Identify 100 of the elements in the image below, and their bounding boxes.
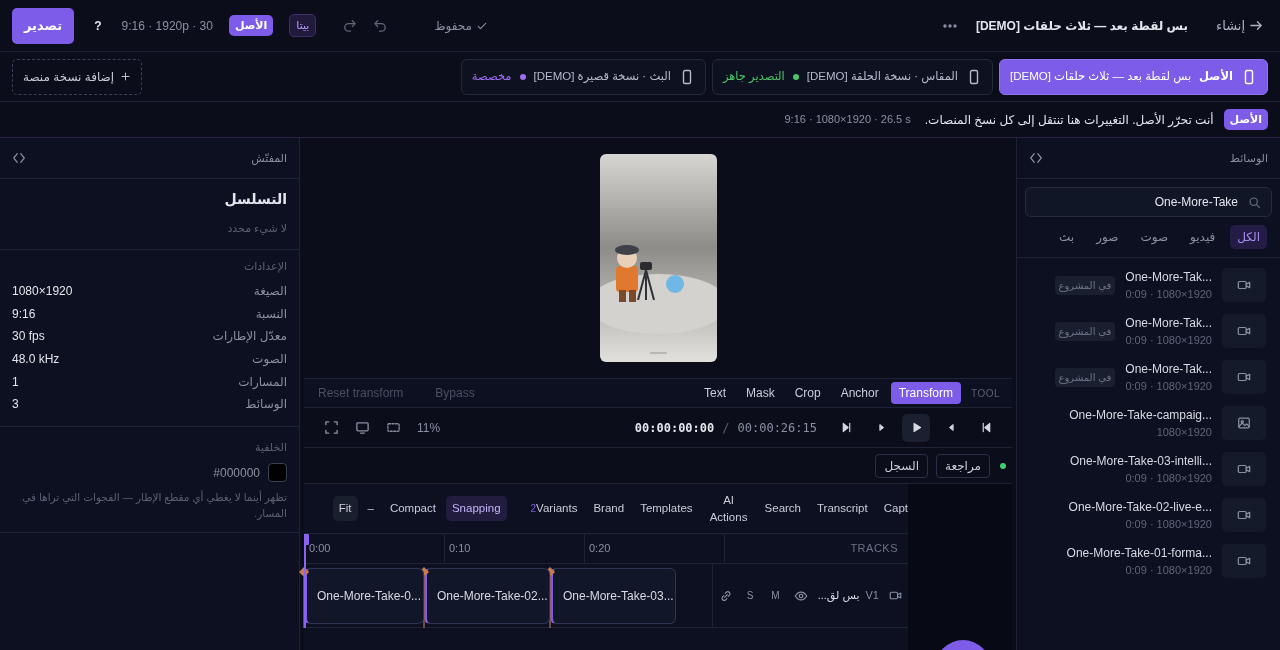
video-icon — [1237, 370, 1251, 384]
panel-tab[interactable]: Search — [758, 496, 807, 521]
info-message: أنت تحرّر الأصل. التغييرات هنا تنتقل إلى كل نسخ المنصات. — [924, 111, 1214, 129]
project-title: بس لقطة بعد — ثلاث حلقات [DEMO] — [975, 17, 1189, 35]
section-heading: الإعدادات — [242, 258, 288, 275]
panel-tab[interactable]: Brand — [587, 496, 631, 521]
tool-label: TOOL — [969, 386, 1001, 401]
timecode-separator: / — [722, 419, 730, 437]
timeline-clip[interactable]: One-More-Take-02... — [424, 568, 550, 624]
export-button[interactable]: تصدير — [12, 7, 75, 44]
tool-tab[interactable]: Mask — [738, 382, 783, 404]
media-meta: 0:09 · 1080×1920 — [1125, 332, 1212, 348]
setting-value: 1080×1920 — [12, 283, 73, 301]
section-heading: الخلفية — [254, 439, 287, 455]
video-icon — [1237, 324, 1251, 338]
image-icon — [1237, 416, 1251, 430]
solo-button[interactable]: S — [742, 588, 758, 603]
status-dot — [1000, 462, 1006, 469]
filter-tab[interactable]: صوت — [1133, 225, 1176, 249]
arrow-icon — [1249, 18, 1264, 33]
filter-tab[interactable]: صور — [1089, 225, 1126, 249]
toggle-button[interactable]: Snapping — [445, 496, 507, 521]
setting-label: المسارات — [238, 373, 287, 391]
ruler-label: 0:20 — [584, 534, 724, 563]
ruler-label: 0:10 — [444, 534, 584, 563]
timeline-clip[interactable]: One-More-Take-03... — [550, 568, 676, 624]
setting-value: 3 — [12, 396, 19, 414]
media-name: One-More-Take-01-forma... — [1066, 544, 1212, 562]
video-icon — [1237, 278, 1251, 292]
filter-tab[interactable]: فيديو — [1183, 225, 1223, 249]
toolbar-button[interactable]: – — [361, 496, 380, 521]
tool-tab[interactable]: Crop — [786, 382, 829, 404]
media-name: One-More-Tak... — [1125, 268, 1212, 286]
timeline-clip[interactable]: One-More-Take-0... — [304, 568, 424, 624]
tag: في المشروع — [1054, 367, 1116, 387]
review-button[interactable]: السجل — [875, 453, 928, 478]
variant-tab[interactable]: البث · نسخة قصيرة [DEMO] مخصصة — [460, 58, 706, 95]
monitor-icon[interactable] — [355, 420, 370, 435]
toggle-button[interactable]: Compact — [383, 496, 442, 521]
search-field[interactable]: One-More-Take — [1025, 187, 1272, 217]
media-thumbnail[interactable] — [1222, 544, 1266, 578]
safe-area-icon[interactable] — [386, 420, 401, 435]
selection-status: لا شيء محدد — [226, 221, 287, 237]
media-meta: 0:09 · 1080×1920 — [1124, 470, 1212, 486]
panel-tab[interactable]: Templates — [634, 496, 699, 521]
help-text: تظهر أينما لا يغطي أي مقطع الإطار — الفجوات التي تراها في المسار. — [21, 490, 287, 522]
media-name: One-More-Take-03-intelli... — [1069, 452, 1212, 470]
media-thumbnail[interactable] — [1222, 452, 1266, 486]
media-name: One-More-Tak... — [1125, 314, 1212, 332]
filter-tab[interactable]: بث — [1052, 225, 1082, 249]
tool-tab[interactable]: Text — [696, 382, 734, 404]
back-button[interactable]: إنشاء — [1212, 16, 1268, 35]
variant-tab[interactable]: المقاس · نسخة الحلقة [DEMO] التصدير جاهز — [711, 58, 993, 95]
total-timecode: 00:00:26:15 — [737, 419, 817, 437]
search-input[interactable]: One-More-Take — [1036, 192, 1240, 212]
video-icon — [1237, 508, 1251, 522]
mute-button[interactable]: M — [767, 588, 784, 603]
playhead-line — [304, 564, 307, 628]
review-button[interactable]: مراجعة — [935, 453, 990, 478]
current-timecode: 00:00:00:00 — [634, 419, 715, 437]
search-icon — [1248, 195, 1261, 209]
video-meta: 9:16 · 1080×1920 · 26.5 s — [784, 112, 911, 128]
media-thumbnail[interactable] — [1222, 314, 1266, 348]
toolbar-button[interactable]: Fit — [332, 496, 358, 521]
panel-title: الوسائط — [1229, 150, 1268, 167]
tool-tab[interactable]: Anchor — [832, 382, 887, 404]
panel-tab[interactable]: Capt — [877, 496, 908, 521]
undo-icon[interactable] — [373, 18, 389, 33]
tag: في المشروع — [1054, 275, 1116, 295]
variant-tab[interactable]: الأصل بس لقطة بعد — ثلاث حلقات [DEMO] — [999, 58, 1268, 95]
video-icon — [889, 589, 902, 602]
collapse-icon[interactable] — [12, 151, 26, 165]
tool-tab[interactable]: Transform — [890, 382, 961, 404]
fullscreen-icon[interactable] — [324, 420, 339, 435]
media-meta: 1080×1920 — [1155, 424, 1212, 440]
visibility-icon[interactable] — [793, 588, 808, 603]
media-name: One-More-Take-02-live-e... — [1068, 498, 1212, 516]
playhead[interactable] — [304, 534, 310, 564]
link-icon[interactable] — [718, 588, 733, 603]
panel-tab[interactable]: Transcript — [811, 496, 874, 521]
media-thumbnail[interactable] — [1222, 406, 1266, 440]
redo-icon[interactable] — [342, 18, 358, 33]
track-name: بس لق... — [817, 588, 860, 604]
tag: الأصل — [228, 15, 274, 36]
panel-tab[interactable]: AI Actions — [702, 488, 755, 529]
panel-tab[interactable]: 2Variants — [524, 496, 584, 521]
track-id: V1 — [865, 588, 879, 604]
color-swatch[interactable] — [268, 463, 287, 483]
add-variant-button[interactable]: إضافة نسخة منصة — [12, 58, 143, 95]
media-thumbnail[interactable] — [1222, 360, 1266, 394]
media-thumbnail[interactable] — [1222, 268, 1266, 302]
media-meta: 0:09 · 1080×1920 — [1125, 286, 1212, 302]
media-meta: 0:09 · 1080×1920 — [1125, 378, 1212, 394]
tag: بيتا — [289, 14, 317, 37]
play-button[interactable] — [902, 413, 930, 442]
collapse-icon[interactable] — [1029, 151, 1043, 165]
media-thumbnail[interactable] — [1222, 498, 1266, 532]
help-button[interactable]: ? — [90, 17, 106, 34]
filter-tab[interactable]: الكل — [1230, 225, 1267, 249]
format-info: 9:16 · 1920p · 30 — [121, 17, 213, 35]
